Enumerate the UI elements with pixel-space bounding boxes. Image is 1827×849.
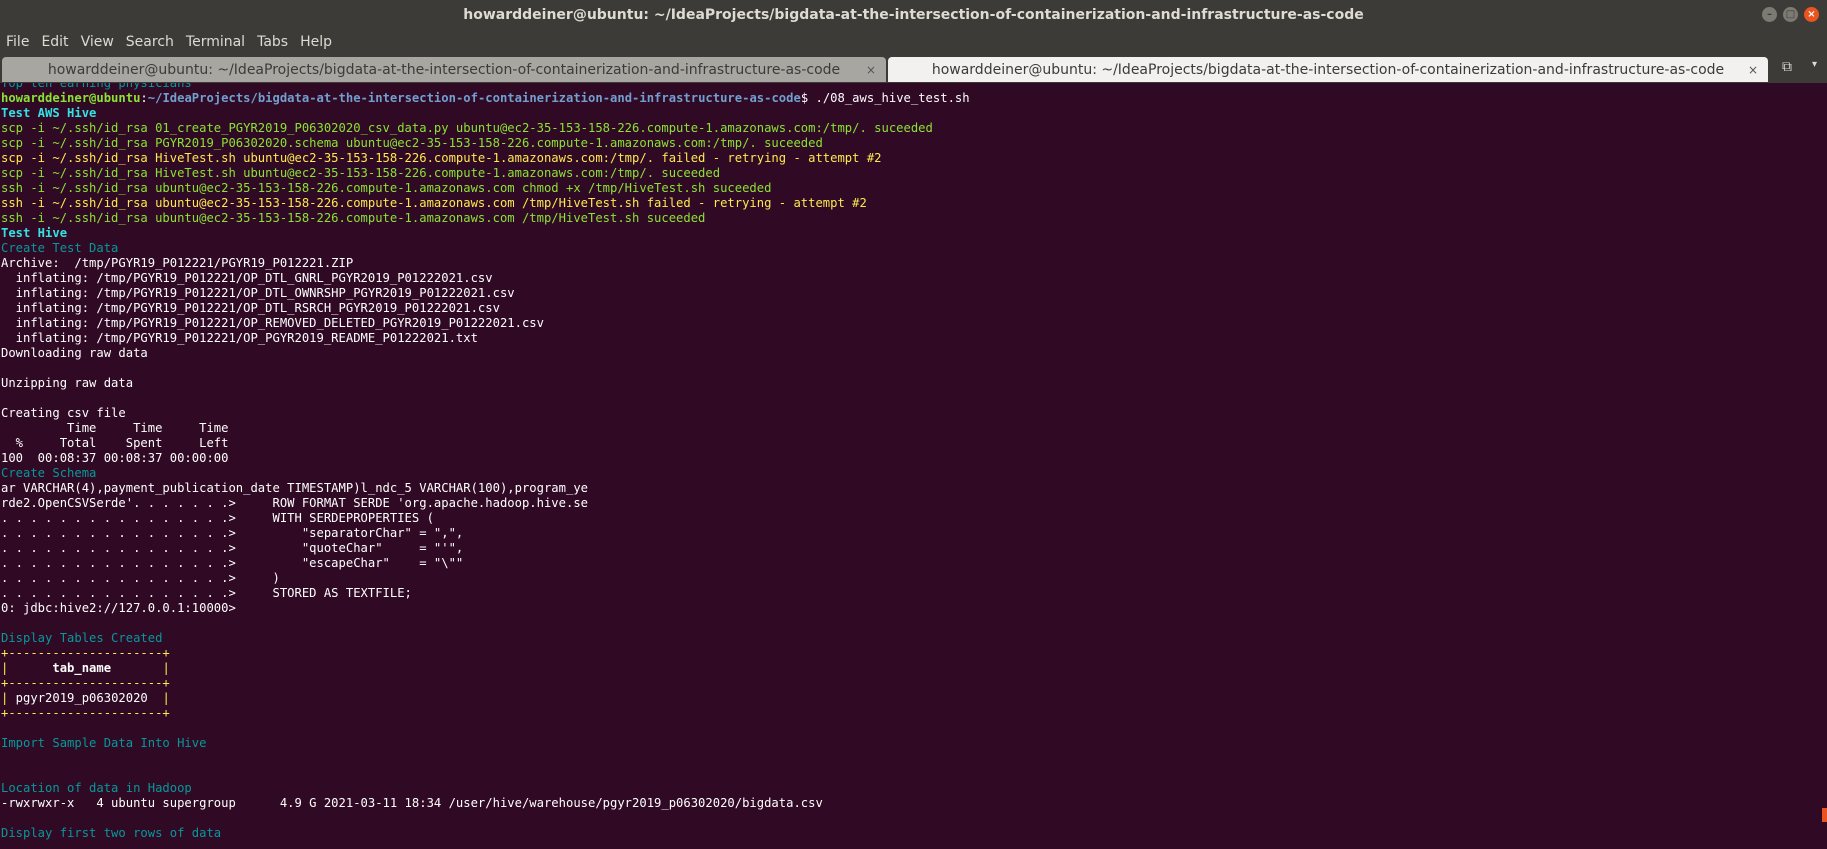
prompt-user: howarddeiner@ubuntu: [1, 91, 141, 105]
terminal-line: ar VARCHAR(4),payment_publication_date T…: [1, 481, 588, 495]
terminal-line: Creating csv file: [1, 406, 126, 420]
terminal-line: . . . . . . . . . . . . . . . .> "separa…: [1, 526, 464, 540]
terminal-line: -rwxrwxr-x 4 ubuntu supergroup 4.9 G 202…: [1, 796, 823, 810]
terminal-line: . . . . . . . . . . . . . . . .> WITH SE…: [1, 511, 434, 525]
terminal-line: rde2.OpenCSVSerde'. . . . . . .> ROW FOR…: [1, 496, 588, 510]
shell-prompt: howarddeiner@ubuntu:~/IdeaProjects/bigda…: [1, 91, 970, 106]
terminal-line: Import Sample Data Into Hive: [1, 736, 207, 750]
terminal-line: | tab_name |: [1, 661, 170, 676]
terminal-line: inflating: /tmp/PGYR19_P012221/OP_DTL_GN…: [1, 271, 493, 285]
terminal-tab-2[interactable]: howarddeiner@ubuntu: ~/IdeaProjects/bigd…: [888, 57, 1768, 82]
maximize-icon[interactable]: □: [1783, 7, 1798, 22]
terminal-line: . . . . . . . . . . . . . . . .> "quoteC…: [1, 541, 464, 555]
terminal-line: inflating: /tmp/PGYR19_P012221/OP_DTL_RS…: [1, 301, 500, 315]
terminal-line: scp -i ~/.ssh/id_rsa PGYR2019_P06302020.…: [1, 136, 823, 150]
terminal-line: . . . . . . . . . . . . . . . .> "escape…: [1, 556, 464, 570]
table-border: |: [162, 691, 170, 705]
terminal-line: Unzipping raw data: [1, 376, 134, 390]
close-icon[interactable]: ×: [1804, 7, 1819, 22]
terminal-line: ssh -i ~/.ssh/id_rsa ubuntu@ec2-35-153-1…: [1, 196, 867, 210]
terminal-line: 0: jdbc:hive2://127.0.0.1:10000>: [1, 601, 236, 615]
terminal-line: 100 00:08:37 00:08:37 00:00:00: [1, 451, 229, 465]
minimize-icon[interactable]: –: [1762, 7, 1777, 22]
menu-view[interactable]: View: [75, 34, 120, 50]
terminal-line: inflating: /tmp/PGYR19_P012221/OP_PGYR20…: [1, 331, 478, 345]
terminal-line: Test AWS Hive: [1, 106, 97, 120]
terminal-line: +---------------------+: [1, 646, 170, 660]
prompt-separator: :: [140, 91, 148, 105]
scrollbar-thumb[interactable]: [1822, 808, 1827, 822]
tab-bar: howarddeiner@ubuntu: ~/IdeaProjects/bigd…: [0, 55, 1827, 83]
terminal-line: scp -i ~/.ssh/id_rsa HiveTest.sh ubuntu@…: [1, 151, 882, 165]
terminal-line: ssh -i ~/.ssh/id_rsa ubuntu@ec2-35-153-1…: [1, 181, 772, 195]
menu-tabs[interactable]: Tabs: [251, 34, 294, 50]
tab-label: howarddeiner@ubuntu: ~/IdeaProjects/bigd…: [47, 61, 841, 78]
terminal-line: % Total Spent Left: [1, 436, 229, 450]
window-title: howarddeiner@ubuntu: ~/IdeaProjects/bigd…: [463, 6, 1364, 23]
table-cell: tab_name: [8, 661, 163, 675]
new-tab-icon[interactable]: ⧉: [1782, 59, 1792, 75]
terminal-tab-1[interactable]: howarddeiner@ubuntu: ~/IdeaProjects/bigd…: [2, 57, 886, 82]
menu-bar: File Edit View Search Terminal Tabs Help: [0, 29, 1827, 55]
window-controls: – □ ×: [1762, 7, 1819, 22]
terminal-line: scp -i ~/.ssh/id_rsa 01_create_PGYR2019_…: [1, 121, 933, 135]
terminal-line: . . . . . . . . . . . . . . . .> ): [1, 571, 280, 585]
terminal-line: ssh -i ~/.ssh/id_rsa ubuntu@ec2-35-153-1…: [1, 211, 706, 225]
terminal-line: Archive: /tmp/PGYR19_P012221/PGYR19_P012…: [1, 256, 354, 270]
terminal-line: scp -i ~/.ssh/id_rsa HiveTest.sh ubuntu@…: [1, 166, 721, 180]
menu-terminal[interactable]: Terminal: [180, 34, 251, 50]
terminal-line: Display first two rows of data: [1, 826, 222, 840]
tab-close-icon[interactable]: ×: [866, 63, 876, 77]
terminal-line: Create Schema: [1, 466, 97, 480]
terminal-line: Display Tables Created: [1, 631, 163, 645]
menu-edit[interactable]: Edit: [35, 34, 74, 50]
terminal-line: +---------------------+: [1, 676, 170, 690]
tab-close-icon[interactable]: ×: [1748, 63, 1758, 77]
terminal-line: Downloading raw data: [1, 346, 148, 360]
menu-file[interactable]: File: [0, 34, 35, 50]
terminal-line: | pgyr2019_p06302020 |: [1, 691, 170, 706]
menu-help[interactable]: Help: [294, 34, 338, 50]
menu-search[interactable]: Search: [120, 34, 180, 50]
terminal-line: Location of data in Hadoop: [1, 781, 192, 795]
terminal-line: inflating: /tmp/PGYR19_P012221/OP_DTL_OW…: [1, 286, 515, 300]
terminal-output[interactable]: Top ten earning physicians howarddeiner@…: [0, 83, 1822, 849]
prompt-command: ./08_aws_hive_test.sh: [808, 91, 970, 105]
tab-menu-icon[interactable]: ▾: [1812, 59, 1817, 70]
terminal-line: . . . . . . . . . . . . . . . .> STORED …: [1, 586, 412, 600]
table-cell: pgyr2019_p06302020: [8, 691, 163, 705]
terminal-line: inflating: /tmp/PGYR19_P012221/OP_REMOVE…: [1, 316, 544, 330]
terminal-line: Time Time Time: [1, 421, 229, 435]
tab-label: howarddeiner@ubuntu: ~/IdeaProjects/bigd…: [931, 61, 1725, 78]
terminal-line: Create Test Data: [1, 241, 119, 255]
table-border: |: [162, 661, 170, 675]
window-titlebar: howarddeiner@ubuntu: ~/IdeaProjects/bigd…: [0, 0, 1827, 29]
terminal-scrollbar[interactable]: [1822, 83, 1827, 849]
terminal-line: Top ten earning physicians: [1, 83, 192, 90]
prompt-path: ~/IdeaProjects/bigdata-at-the-intersecti…: [147, 91, 801, 105]
terminal-line: +---------------------+: [1, 706, 170, 720]
terminal-line: Test Hive: [1, 226, 68, 240]
